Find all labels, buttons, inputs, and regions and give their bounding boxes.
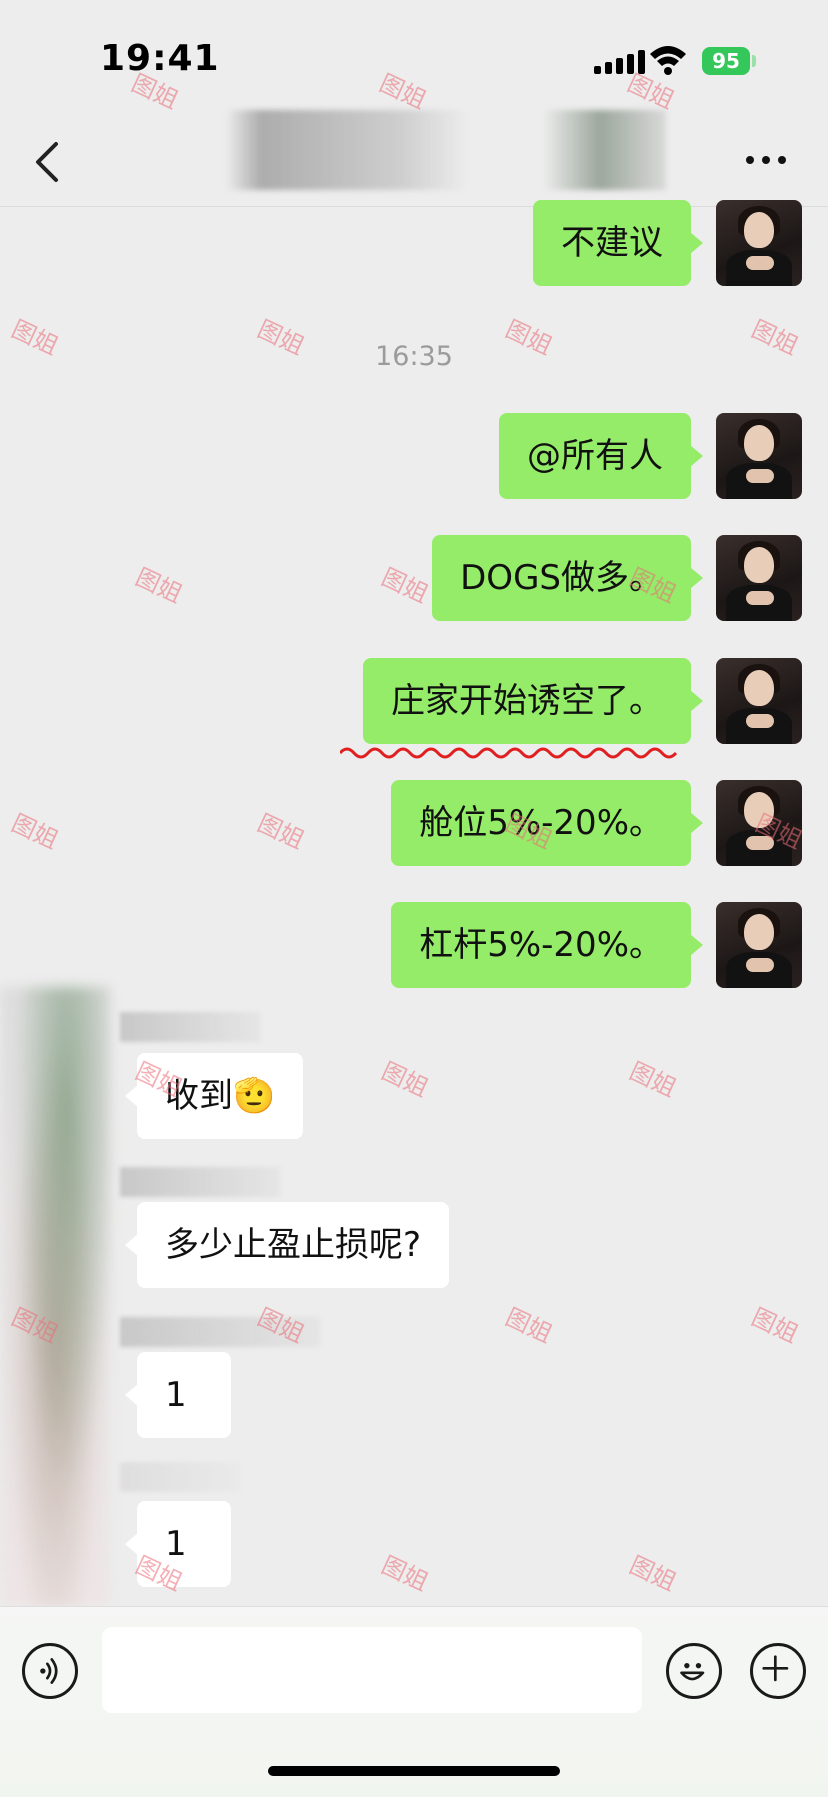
chat-title-redacted xyxy=(226,110,666,190)
emoji-icon[interactable] xyxy=(666,1643,722,1699)
message-timestamp: 16:35 xyxy=(375,341,453,372)
avatar[interactable] xyxy=(716,902,802,988)
message-bubble-incoming[interactable]: 收到🫡 xyxy=(124,1053,304,1139)
avatar[interactable] xyxy=(716,658,802,744)
sender-name-redacted xyxy=(120,1167,280,1197)
spellcheck-underline xyxy=(340,747,678,759)
battery-icon: 95 xyxy=(702,47,750,75)
voice-icon[interactable] xyxy=(22,1643,78,1699)
message-bubble-outgoing[interactable]: 杠杆5%-20%。 xyxy=(391,902,703,988)
more-dots-icon[interactable] xyxy=(746,156,786,164)
back-chevron-icon[interactable] xyxy=(30,140,66,184)
battery-nub xyxy=(752,55,756,67)
message-bubble-outgoing[interactable]: @所有人 xyxy=(499,413,703,499)
sender-name-redacted xyxy=(120,1012,260,1042)
wifi-icon xyxy=(650,46,686,75)
message-bubble-incoming[interactable]: 1 xyxy=(125,1501,231,1587)
message-bubble-outgoing[interactable]: 不建议 xyxy=(533,200,703,286)
message-bubble-outgoing[interactable]: 庄家开始诱空了。 xyxy=(363,658,703,744)
avatar[interactable] xyxy=(716,535,802,621)
avatar[interactable] xyxy=(716,780,802,866)
nav-bar xyxy=(0,100,828,207)
plus-icon[interactable] xyxy=(750,1643,806,1699)
signal-icon xyxy=(594,50,645,74)
sender-name-redacted xyxy=(120,1317,320,1347)
avatar[interactable] xyxy=(716,413,802,499)
chat-area: 不建议 16:35 @所有人 DOGS做多。 庄家开始诱空了。 舱位5%-20%… xyxy=(0,200,828,1607)
message-bubble-incoming[interactable]: 多少止盈止损呢? xyxy=(124,1202,450,1288)
avatar[interactable] xyxy=(716,200,802,286)
sender-name-redacted xyxy=(120,1462,240,1492)
message-bubble-incoming[interactable]: 1 xyxy=(125,1352,231,1438)
message-input[interactable] xyxy=(102,1627,642,1713)
message-bubble-outgoing[interactable]: 舱位5%-20%。 xyxy=(391,780,703,866)
status-time: 19:41 xyxy=(100,38,220,79)
avatar-redacted xyxy=(0,987,110,1607)
message-bubble-outgoing[interactable]: DOGS做多。 xyxy=(432,535,703,621)
home-indicator xyxy=(268,1766,560,1776)
